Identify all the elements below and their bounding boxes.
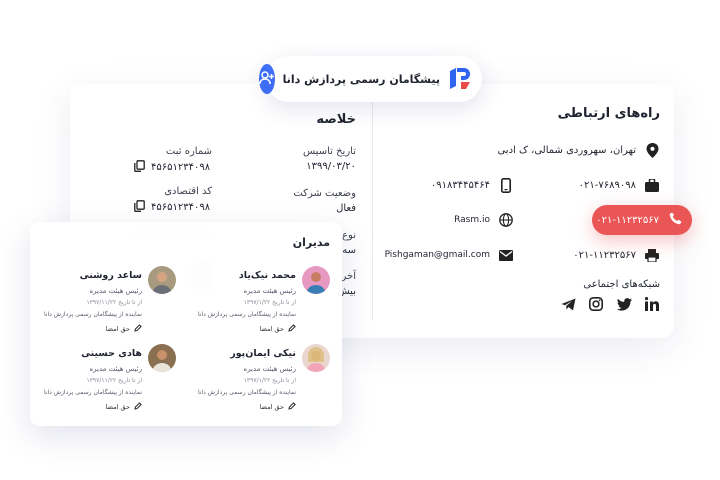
email-value: Pishgaman@gmail.com [384,250,490,260]
social-title: شبکه‌های اجتماعی [583,279,660,290]
pen-icon [134,324,142,334]
pen-icon [134,402,142,412]
managers-title: مدیران [292,236,330,249]
manager-role: رئیس هیئت مدیره [89,287,142,295]
manager-date: از تا تاریخ ۱۳۹۷/۱/۲۲ [243,299,296,306]
manager-card[interactable]: محمد نیک‌یاد رئیس هیئت مدیره از تا تاریخ… [190,266,330,338]
manager-representative: نماینده از پیشگامان رسمی پردازش دانا [43,389,142,396]
avatar [148,344,176,372]
phone-office-value: ۰۲۱-۷۶۸۹۰۹۸ [578,179,636,191]
mobile-icon [498,177,514,193]
company-header-pill: پیشگامان رسمی پردازش دانا [258,56,482,102]
manager-card[interactable]: ساعد روشنی رئیس هیئت مدیره از تا تاریخ ۱… [36,266,176,338]
signature-right: حق امضا [106,324,142,334]
pen-icon [288,402,296,412]
manager-representative: نماینده از پیشگامان رسمی پردازش دانا [43,311,142,318]
status-value: فعال [336,203,356,214]
manager-role: رئیس هیئت مدیره [243,287,296,295]
manager-role: رئیس هیئت مدیره [89,365,142,373]
instagram-icon[interactable] [588,296,604,312]
mobile-row[interactable]: ۰۹۱۸۳۴۴۵۴۶۴ [431,177,514,193]
manager-representative: نماینده از پیشگامان رسمی پردازش دانا [197,389,296,396]
economic-code-label: کد اقتصادی [164,186,212,197]
pen-icon [288,324,296,334]
manager-date: از تا تاریخ ۱۳۹۷/۱/۲۲ [243,377,296,384]
registration-label: شماره ثبت [165,146,212,157]
add-user-icon [258,70,275,89]
fax-value: ۰۲۱-۱۱۲۳۲۵۶۷ [573,249,636,261]
avatar [302,344,330,372]
manager-card[interactable]: نیکی ایمان‌پور رئیس هیئت مدیره از تا تار… [190,344,330,416]
economic-code-value: ۴۵۶۵۱۲۳۴۰۹۸ [151,202,211,213]
call-number: ۰۲۱-۱۱۲۳۲۵۶۷ [596,214,659,226]
contact-title: راه‌های ارتباطی [557,106,660,121]
phone-office-row[interactable]: ۰۲۱-۷۶۸۹۰۹۸ [579,177,660,193]
manager-name: هادی حسینی [81,348,142,359]
phone-icon [669,212,682,228]
manager-role: رئیس هیئت مدیره [243,365,296,373]
manager-name: محمد نیک‌یاد [238,270,296,281]
summary-title: خلاصه [316,112,356,127]
stage: راه‌های ارتباطی تهران، سهروردی شمالی، ک … [0,0,720,480]
registration-value: ۴۵۶۵۱۲۳۴۰۹۸ [151,162,211,173]
fax-row[interactable]: ۰۲۱-۱۱۲۳۲۵۶۷ [573,247,660,263]
website-row[interactable]: Rasm.io [454,212,514,228]
company-logo-icon [448,67,472,91]
registration-row: ۴۵۶۵۱۲۳۴۰۹۸ [134,160,210,175]
last-label: آخر [341,271,356,282]
manager-date: از تا تاریخ ۱۳۹۷/۱۱/۲۲ [86,299,142,306]
location-pin-icon [644,142,660,158]
twitter-icon[interactable] [616,296,632,312]
manager-date: از تا تاریخ ۱۳۹۷/۱۱/۲۲ [86,377,142,384]
signature-label: حق امضا [259,403,284,411]
signature-label: حق امضا [105,403,130,411]
manager-representative: نماینده از پیشگامان رسمی پردازش دانا [197,311,296,318]
fax-icon [644,247,660,263]
manager-name: نیکی ایمان‌پور [230,348,296,359]
signature-right: حق امضا [106,402,142,412]
address-text: تهران، سهروردی شمالی، ک ادبی [497,144,636,156]
founded-value: ۱۳۹۹/۰۳/۲۰ [306,161,356,172]
website-value: Rasm.io [454,215,490,225]
email-row[interactable]: Pishgaman@gmail.com [385,247,514,263]
address-row: تهران، سهروردی شمالی، ک ادبی [497,142,660,158]
signature-label: حق امضا [259,325,284,333]
type-label: نوع [342,230,356,241]
call-button[interactable]: ۰۲۱-۱۱۲۳۲۵۶۷ [592,205,692,235]
mobile-value: ۰۹۱۸۳۴۴۵۴۶۴ [430,179,490,191]
avatar [302,266,330,294]
economic-code-row: ۴۵۶۵۱۲۳۴۰۹۸ [134,200,210,215]
type-value: سه [342,245,356,256]
status-label: وضعیت شرکت [293,188,356,199]
add-user-button[interactable] [258,64,275,94]
copy-icon[interactable] [134,200,145,215]
card-divider [372,102,373,320]
briefcase-icon [644,177,660,193]
founded-label: تاریخ تاسیس [302,146,356,157]
social-links [560,296,660,312]
managers-card: مدیران محمد نیک‌یاد رئیس هیئت مدیره از ت… [30,222,342,426]
signature-right: حق امضا [260,402,296,412]
manager-name: ساعد روشنی [79,270,142,281]
signature-right: حق امضا [260,324,296,334]
manager-card[interactable]: هادی حسینی رئیس هیئت مدیره از تا تاریخ ۱… [36,344,176,416]
globe-icon [498,212,514,228]
signature-label: حق امضا [105,325,130,333]
email-icon [498,247,514,263]
avatar [148,266,176,294]
company-name: پیشگامان رسمی پردازش دانا [282,72,440,86]
linkedin-icon[interactable] [644,296,660,312]
copy-icon[interactable] [134,160,145,175]
telegram-icon[interactable] [560,296,576,312]
